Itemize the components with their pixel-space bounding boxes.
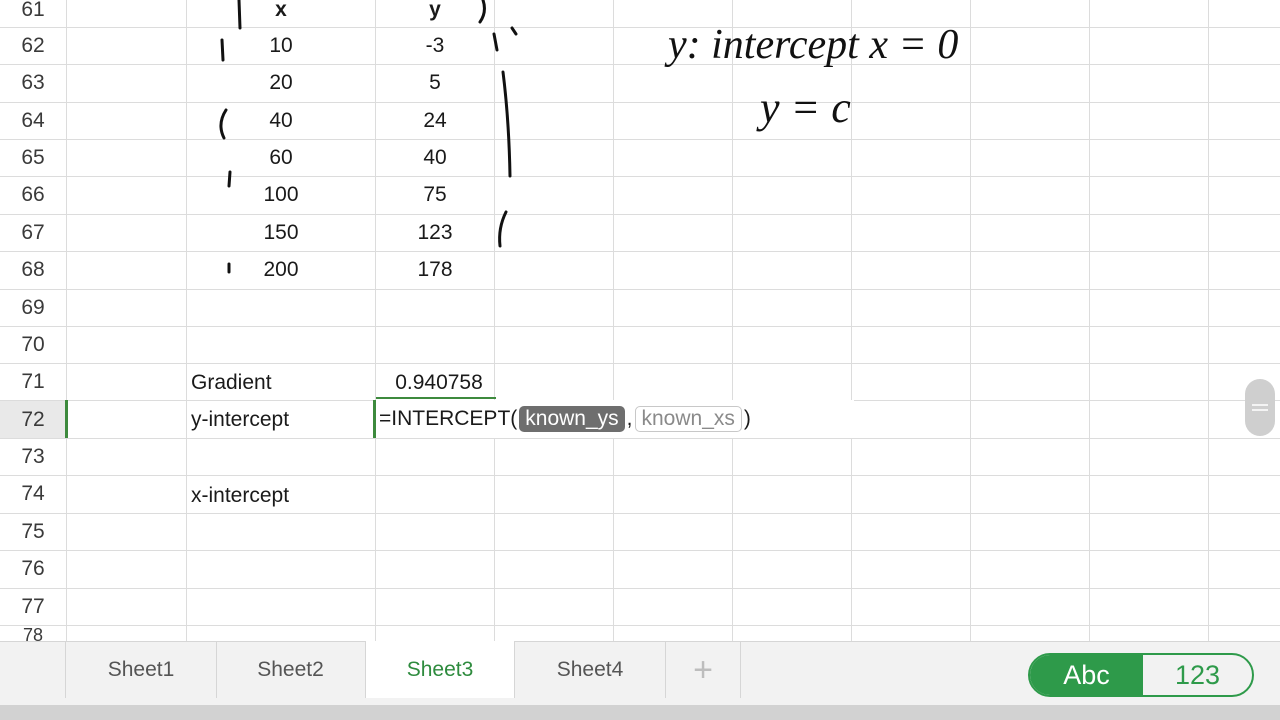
row-header[interactable]: 75 — [0, 513, 66, 550]
cell-label-gradient[interactable]: Gradient — [187, 364, 375, 401]
add-sheet-button[interactable]: + — [666, 642, 741, 698]
column-divider — [66, 0, 67, 641]
column-divider — [732, 0, 733, 641]
cell-y[interactable]: 24 — [376, 102, 494, 139]
column-divider — [1089, 0, 1090, 641]
formula-arg-known-xs[interactable]: known_xs — [634, 406, 742, 432]
vertical-scroll-handle[interactable] — [1245, 379, 1275, 436]
row-header[interactable]: 67 — [0, 214, 66, 251]
cell-x[interactable]: 100 — [187, 176, 375, 213]
column-divider — [613, 0, 614, 641]
row-divider — [0, 326, 1280, 327]
plus-icon: + — [693, 650, 713, 689]
cell-y-header[interactable]: y — [376, 0, 494, 28]
keyboard-edge — [0, 705, 1280, 720]
formula-function[interactable]: =INTERCEPT( — [379, 407, 517, 431]
cell-x[interactable]: 60 — [187, 139, 375, 176]
tab-sheet2[interactable]: Sheet2 — [216, 642, 366, 698]
keyboard-mode-toggle[interactable]: Abc 123 — [1028, 653, 1254, 697]
row-header[interactable]: 74 — [0, 475, 66, 512]
tab-sheet4[interactable]: Sheet4 — [515, 642, 666, 698]
abc-keyboard-button[interactable]: Abc — [1030, 655, 1143, 695]
cell-x[interactable]: 20 — [187, 64, 375, 101]
spreadsheet-grid[interactable]: 61 62 63 64 65 66 67 68 69 70 71 72 73 7… — [0, 0, 1280, 641]
tab-sheet1[interactable]: Sheet1 — [65, 642, 217, 698]
row-header[interactable]: 66 — [0, 176, 66, 213]
row-divider — [0, 475, 1280, 476]
row-header-partial[interactable]: 78 — [0, 625, 66, 641]
row-header[interactable]: 68 — [0, 251, 66, 288]
cell-y[interactable]: 178 — [376, 251, 494, 288]
row-divider — [0, 438, 1280, 439]
cell-y[interactable]: -3 — [376, 27, 494, 64]
row-header[interactable]: 77 — [0, 588, 66, 625]
selected-row-indicator — [65, 400, 68, 438]
cell-x[interactable]: 40 — [187, 102, 375, 139]
cell-y[interactable]: 123 — [376, 214, 494, 251]
cell-x-header[interactable]: x — [187, 0, 375, 28]
column-divider — [970, 0, 971, 641]
annotation-line-2: y = c — [756, 83, 851, 132]
row-header[interactable]: 73 — [0, 438, 66, 475]
formula-separator: , — [626, 407, 633, 430]
cell-x[interactable]: 200 — [187, 251, 375, 288]
row-divider — [0, 550, 1280, 551]
row-header[interactable]: 71 — [0, 363, 66, 400]
cell-y[interactable]: 5 — [376, 64, 494, 101]
cell-highlight-underline — [376, 397, 496, 399]
cell-label-y-intercept[interactable]: y-intercept — [187, 401, 375, 438]
row-header[interactable]: 61 — [0, 0, 66, 28]
cell-y[interactable]: 75 — [376, 176, 494, 213]
cell-cursor — [373, 400, 376, 438]
cell-x[interactable]: 150 — [187, 214, 375, 251]
row-header[interactable]: 63 — [0, 64, 66, 101]
cell-label-x-intercept[interactable]: x-intercept — [187, 477, 375, 514]
row-divider — [0, 289, 1280, 290]
row-divider — [0, 625, 1280, 626]
cell-y[interactable]: 40 — [376, 139, 494, 176]
row-header[interactable]: 64 — [0, 102, 66, 139]
tab-sheet3[interactable]: Sheet3 — [366, 641, 515, 698]
row-header[interactable]: 70 — [0, 326, 66, 363]
numeric-keyboard-button[interactable]: 123 — [1143, 655, 1252, 695]
row-header[interactable]: 69 — [0, 289, 66, 326]
row-header[interactable]: 65 — [0, 139, 66, 176]
grip-icon — [1252, 404, 1268, 406]
column-divider — [1208, 0, 1209, 641]
sheet-tab-bar: Sheet1 Sheet2 Sheet3 Sheet4 + Abc 123 — [0, 641, 1280, 706]
cell-gradient-value[interactable]: 0.940758 — [380, 364, 498, 401]
annotation-line-1: y: intercept x = 0 — [664, 22, 958, 68]
formula-close-paren: ) — [743, 407, 751, 430]
cell-x[interactable]: 10 — [187, 27, 375, 64]
row-header-selected[interactable]: 72 — [0, 401, 66, 438]
row-divider — [0, 588, 1280, 589]
row-header[interactable]: 62 — [0, 27, 66, 64]
column-divider — [494, 0, 495, 641]
row-header[interactable]: 76 — [0, 550, 66, 587]
column-divider — [851, 0, 852, 641]
formula-editor[interactable]: =INTERCEPT( known_ys , known_xs ) — [376, 400, 854, 438]
formula-arg-known-ys[interactable]: known_ys — [519, 406, 625, 432]
